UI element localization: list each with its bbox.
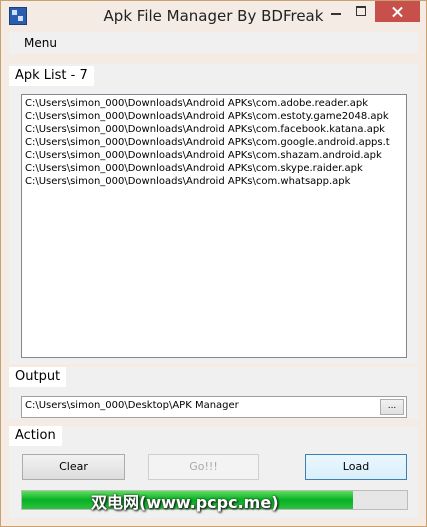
watermark-text: 双电网(www.pcpc.me) — [91, 493, 279, 512]
clear-button[interactable]: Clear — [22, 454, 125, 480]
go-button[interactable]: Go!!! — [148, 454, 259, 480]
apk-list-item[interactable]: C:\Users\simon_000\Downloads\Android APK… — [22, 175, 406, 188]
close-icon[interactable] — [375, 1, 420, 22]
apk-list-item[interactable]: C:\Users\simon_000\Downloads\Android APK… — [22, 136, 406, 149]
load-button[interactable]: Load — [305, 454, 407, 480]
apk-list-item[interactable]: C:\Users\simon_000\Downloads\Android APK… — [22, 110, 406, 123]
apk-list-item[interactable]: C:\Users\simon_000\Downloads\Android APK… — [22, 162, 406, 175]
menu-item-menu[interactable]: Menu — [24, 36, 57, 50]
action-label: Action — [9, 426, 62, 446]
apk-listbox[interactable]: C:\Users\simon_000\Downloads\Android APK… — [21, 94, 407, 358]
output-path-value: C:\Users\simon_000\Desktop\APK Manager — [25, 400, 239, 411]
menu-bar: Menu — [9, 32, 418, 54]
maximize-icon[interactable] — [349, 1, 375, 22]
app-window: Apk File Manager By BDFreak Menu Apk Lis… — [0, 0, 427, 527]
minimize-icon[interactable] — [323, 1, 349, 22]
apk-list-item[interactable]: C:\Users\simon_000\Downloads\Android APK… — [22, 149, 406, 162]
apk-list-item[interactable]: C:\Users\simon_000\Downloads\Android APK… — [22, 97, 406, 110]
browse-button[interactable]: ... — [380, 399, 404, 415]
output-label: Output — [9, 367, 67, 387]
apk-list-label: Apk List - 7 — [9, 66, 94, 86]
title-bar[interactable]: Apk File Manager By BDFreak — [1, 1, 426, 31]
apk-list-item[interactable]: C:\Users\simon_000\Downloads\Android APK… — [22, 123, 406, 136]
output-path-field[interactable]: C:\Users\simon_000\Desktop\APK Manager .… — [21, 396, 407, 418]
